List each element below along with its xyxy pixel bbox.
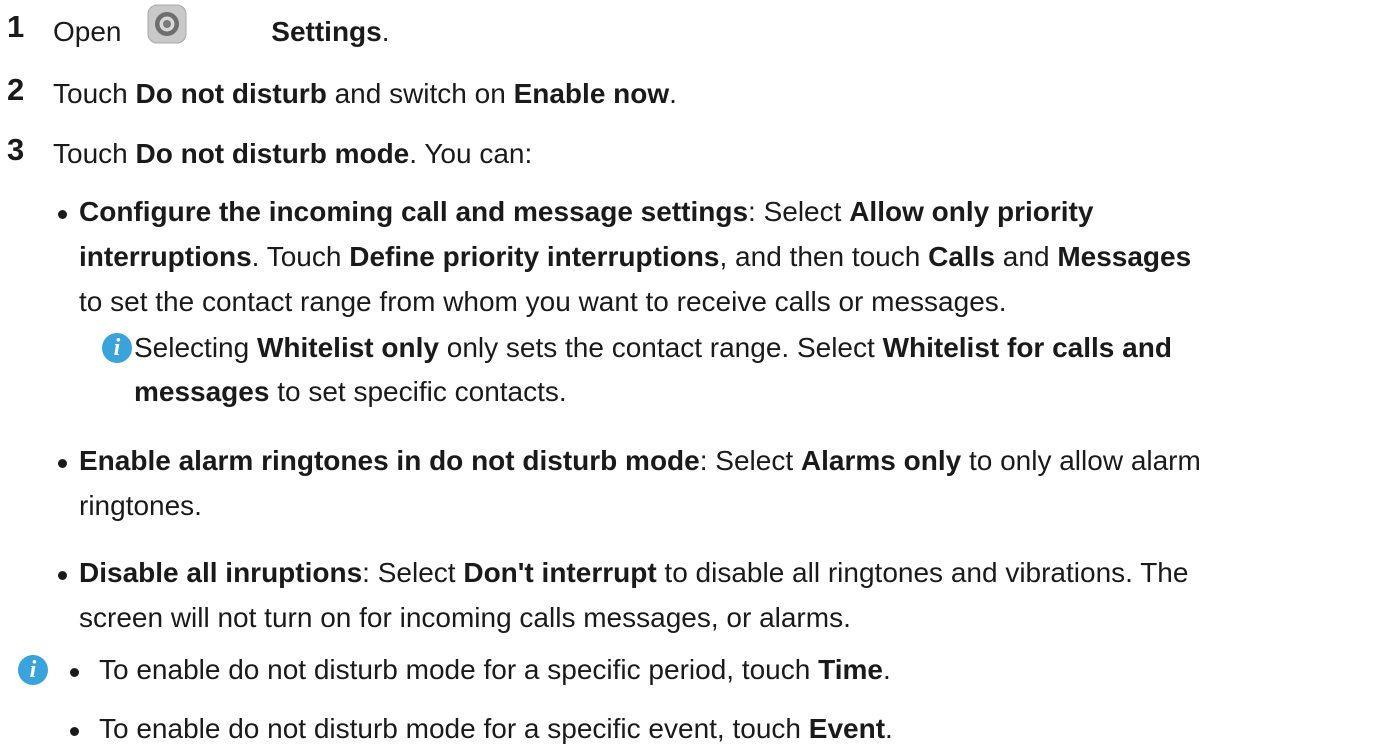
- bullet-1-line-3: to set the contact range from whom you w…: [79, 286, 1007, 317]
- bullet-2-line-2: ringtones.: [79, 490, 202, 521]
- note-1-line-2: messages to set specific contacts.: [134, 376, 567, 407]
- bullet-icon: [58, 459, 67, 468]
- info-icon: i: [18, 655, 48, 685]
- tip-1: To enable do not disturb mode for a spec…: [99, 654, 891, 685]
- info-icon: i: [102, 333, 132, 363]
- note-1-line-1: Selecting Whitelist only only sets the c…: [134, 332, 1172, 363]
- step-number: 2: [7, 72, 25, 107]
- bullet-1-line-1: Configure the incoming call and message …: [79, 196, 1094, 227]
- tip-2: To enable do not disturb mode for a spec…: [99, 713, 893, 744]
- step-3-text: Touch Do not disturb mode. You can:: [53, 138, 533, 169]
- settings-link-text: Settings: [271, 16, 382, 47]
- step-number: 1: [7, 9, 25, 44]
- bullet-icon: [70, 727, 79, 736]
- bullet-2-line-1: Enable alarm ringtones in do not disturb…: [79, 445, 1201, 476]
- bullet-icon: [58, 571, 67, 580]
- bullet-3-line-2: screen will not turn on for incoming cal…: [79, 602, 851, 633]
- step-2-text: Touch Do not disturb and switch on Enabl…: [53, 78, 677, 109]
- step-number: 3: [7, 132, 25, 167]
- step-1-text: Open Settings.: [53, 16, 390, 47]
- bullet-icon: [70, 668, 79, 677]
- bullet-1-line-2: interruptions. Touch Define priority int…: [79, 241, 1192, 272]
- bullet-icon: [58, 210, 67, 219]
- bullet-3-line-1: Disable all inruptions: Select Don't int…: [79, 557, 1189, 588]
